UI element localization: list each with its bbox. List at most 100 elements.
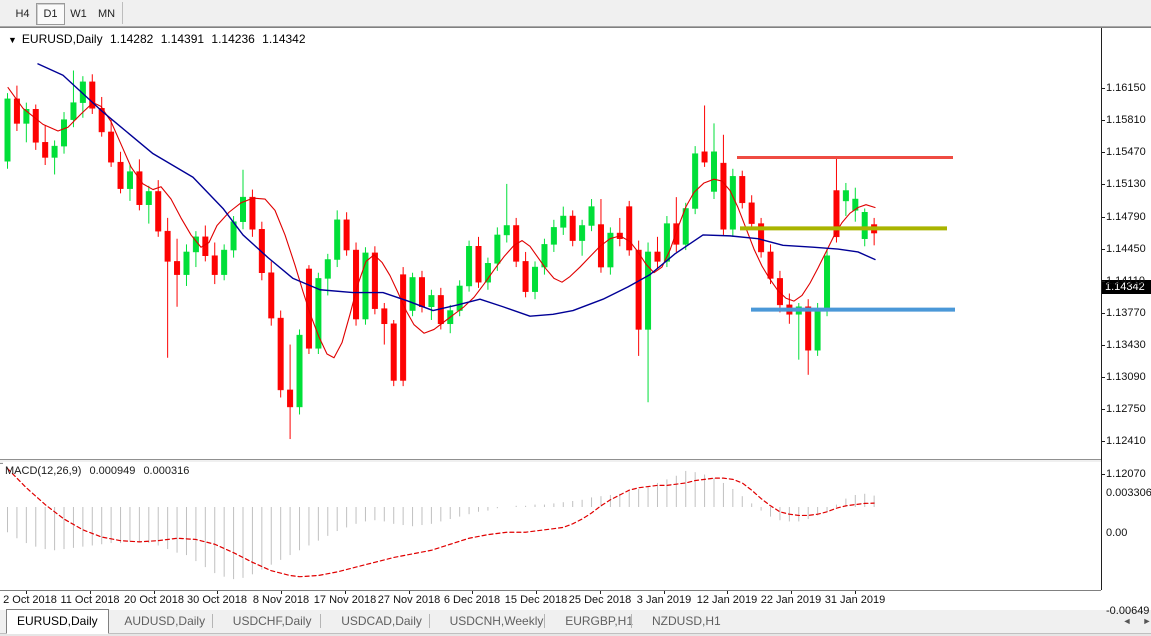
candle [561,216,567,227]
macd-main-value: 0.000949 [89,465,135,477]
candle [495,235,501,263]
price-scale-label: 1.15130 [1106,178,1146,190]
date-label: 12 Jan 2019 [697,594,758,606]
symbol-tab-eurgbp[interactable]: EURGBP,H1 [555,610,643,632]
candle [269,273,275,318]
ohlc-open: 1.14282 [110,32,153,46]
price-scale-label: 1.14450 [1106,243,1146,255]
candle [108,132,114,162]
candle [862,212,868,238]
price-scale-label: 1.12410 [1106,435,1146,447]
price-axis-line [1101,28,1102,590]
candle [155,191,161,231]
date-label: 11 Oct 2018 [60,594,119,606]
candle [146,191,152,204]
tab-separator [429,614,430,628]
chart-window: ▼EURUSD,Daily 1.14282 1.14391 1.14236 1.… [0,27,1151,611]
symbol-tab-usdcnh[interactable]: USDCNH,Weekly [440,610,554,632]
symbol-tab-usdchf[interactable]: USDCHF,Daily [223,610,322,632]
timeframe-button-w1[interactable]: W1 [64,3,93,25]
candle [372,253,378,309]
tab-separator [631,614,632,628]
date-label: 31 Jan 2019 [825,594,886,606]
candle [504,225,510,234]
symbol-tab-nzdusd[interactable]: NZDUSD,H1 [642,610,731,632]
macd-name: MACD(12,26,9) [5,465,81,477]
candle [382,309,388,324]
macd-scale-label: -0.00649 [1106,605,1149,617]
chart-symbol: EURUSD,Daily [22,32,103,46]
candle [250,197,256,229]
date-label: 25 Dec 2018 [569,594,631,606]
candle [221,250,227,275]
price-tick [1101,441,1105,442]
candle [429,295,435,306]
price-scale-label: 1.13430 [1106,339,1146,351]
tab-separator [320,614,321,628]
symbol-tab-audusd[interactable]: AUDUSD,Daily [114,610,215,632]
date-label: 3 Jan 2019 [637,594,691,606]
price-tick [1101,184,1105,185]
price-chart-canvas[interactable] [3,30,1101,459]
candle [391,324,397,381]
candle [127,172,132,189]
price-scale-label: 1.14110 [1106,275,1145,287]
candle [532,267,538,292]
date-label: 15 Dec 2018 [505,594,567,606]
candle [278,318,284,390]
price-tick [1101,120,1105,121]
date-label: 27 Nov 2018 [378,594,440,606]
macd-indicator-canvas[interactable] [3,462,1101,590]
candle [400,275,406,381]
ohlc-close: 1.14342 [262,32,305,46]
candle [410,277,416,310]
timeframe-button-d1[interactable]: D1 [36,3,65,25]
toolbar-separator [122,2,123,24]
candle [334,220,340,260]
price-tick [1101,313,1105,314]
candle [165,231,171,261]
candle [184,252,190,275]
chart-title: ▼EURUSD,Daily 1.14282 1.14391 1.14236 1.… [8,32,310,46]
price-scale-label: 1.12750 [1106,403,1146,415]
price-tick [1101,409,1105,410]
price-tick [1101,249,1105,250]
timeframe-button-h4[interactable]: H4 [8,3,37,25]
candle [466,246,472,286]
candle [52,146,58,157]
candle [589,207,595,226]
candle [570,216,576,241]
candle [419,277,425,306]
macd-scale-label: 0.00 [1106,527,1127,539]
candle [683,208,689,244]
candle [523,261,529,291]
candle [749,203,755,224]
candle [655,252,661,261]
price-scale-label: 1.13090 [1106,371,1146,383]
symbol-tab-usdcad[interactable]: USDCAD,Daily [331,610,432,632]
ohlc-low: 1.14236 [211,32,254,46]
candle [33,109,39,142]
price-scale-label: 1.12070 [1106,468,1146,480]
symbol-dropdown-icon[interactable]: ▼ [8,35,17,45]
macd-label: MACD(12,26,9) 0.000949 0.000316 [5,465,194,477]
date-label: 22 Jan 2019 [761,594,822,606]
candle [118,162,124,188]
candle [636,250,642,329]
date-axis[interactable]: 2 Oct 201811 Oct 201820 Oct 201830 Oct 2… [0,591,1101,610]
price-tick [1101,88,1105,89]
macd-signal-value: 0.000316 [143,465,189,477]
candle [721,163,727,229]
candle [551,227,557,244]
candle [740,176,746,202]
candle [5,99,11,161]
candle [457,286,463,311]
price-tick [1101,377,1105,378]
candle [174,261,180,274]
symbol-tab-eurusd[interactable]: EURUSD,Daily [6,609,109,634]
price-scale-label: 1.13770 [1106,307,1146,319]
candle [692,154,698,209]
timeframe-button-mn[interactable]: MN [92,3,121,25]
candle [805,307,811,350]
candle [777,278,783,304]
